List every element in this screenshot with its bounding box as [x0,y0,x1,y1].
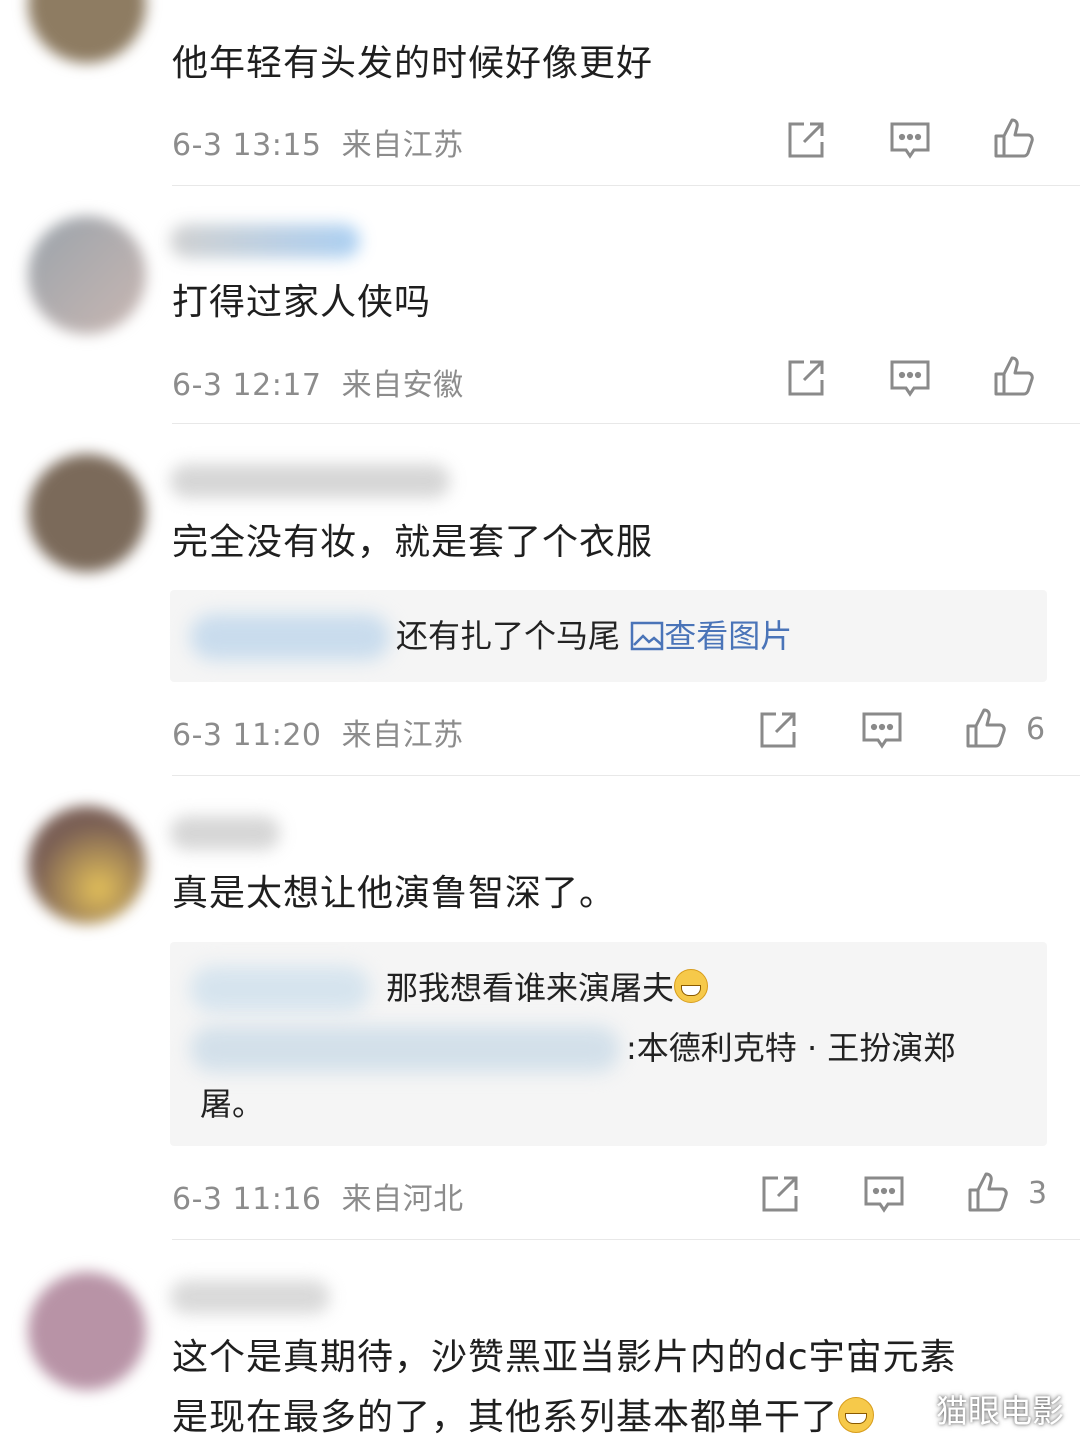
like-button[interactable] [966,1170,1010,1214]
reply-username-blurred[interactable] [190,614,390,660]
share-icon [788,360,824,396]
watermark: 猫眼电影 [935,1392,1064,1430]
avatar[interactable] [28,806,146,924]
laugh-emoji [838,1397,875,1433]
like-button[interactable] [964,706,1008,750]
reply-text-continued: 屠。 [200,1085,265,1123]
comment-location: 来自江苏 [341,718,464,753]
comment-text: 他年轻有头发的时候好像更好 [172,43,654,84]
comment-button[interactable] [888,356,932,400]
comment-item: 打得过家人侠吗 6-3 12:17 来自安徽 [0,186,1080,424]
like-count: 6 [1026,712,1046,747]
comment-text: 这个是真期待，沙赞黑亚当影片内的dc宇宙元素 [172,1337,957,1378]
share-icon [762,1176,798,1212]
avatar[interactable] [28,1272,146,1390]
comment-time: 6-3 11:20 [172,718,322,753]
comment-meta: 6-3 11:16 来自河北 [172,1174,464,1218]
comment-text: 打得过家人侠吗 [172,282,432,323]
share-button[interactable] [756,708,800,752]
comment-meta: 6-3 13:15 来自江苏 [172,120,464,164]
comment-location: 来自安徽 [341,368,464,403]
comment-text-line2: 是现在最多的了，其他系列基本都单干了 [172,1394,875,1442]
comment-icon [864,1176,904,1213]
share-button[interactable] [758,1172,802,1216]
thumbs-up-icon [968,1172,1008,1212]
comment-location: 来自江苏 [341,128,464,163]
thumbs-up-icon [966,708,1006,748]
reply-text: 还有扎了个马尾 查看图片 [396,614,792,658]
reply-content: 还有扎了个马尾 [396,617,621,655]
reply-box[interactable]: 还有扎了个马尾 查看图片 [170,590,1047,682]
share-button[interactable] [784,356,828,400]
avatar[interactable] [28,0,146,63]
share-icon [760,712,796,748]
grin-emoji [674,969,709,1003]
thumbs-up-icon [994,118,1034,158]
reply-username-blurred[interactable] [190,1026,620,1072]
comment-item: 真是太想让他演鲁智深了。 那我想看谁来演屠夫 :本德利克特 · 王扮演郑 屠。 … [0,776,1080,1240]
reply-content: 那我想看谁来演屠夫 [386,969,675,1007]
avatar[interactable] [28,216,146,334]
comment-item: 他年轻有头发的时候好像更好 6-3 13:15 来自江苏 [0,0,1080,186]
like-button[interactable] [992,354,1036,398]
comment-time: 6-3 11:16 [172,1182,322,1217]
picture-icon [630,621,664,651]
comment-button[interactable] [862,1172,906,1216]
comment-item: 这个是真期待，沙赞黑亚当影片内的dc宇宙元素 是现在最多的了，其他系列基本都单干… [0,1240,1080,1440]
avatar[interactable] [28,454,146,572]
comment-time: 6-3 13:15 [172,128,322,163]
comment-icon [890,122,930,159]
comment-text-continued: 是现在最多的了，其他系列基本都单干了 [172,1397,839,1438]
thumbs-up-icon [994,356,1034,396]
username-blurred[interactable] [170,224,360,258]
username-blurred[interactable] [170,1280,330,1314]
comment-text: 真是太想让他演鲁智深了。 [172,873,617,914]
comment-button[interactable] [888,118,932,162]
reply-box[interactable]: 那我想看谁来演屠夫 :本德利克特 · 王扮演郑 屠。 [170,942,1047,1146]
comment-meta: 6-3 12:17 来自安徽 [172,360,464,404]
comment-button[interactable] [860,708,904,752]
comment-text: 完全没有妆，就是套了个衣服 [172,522,654,563]
view-picture-link[interactable]: 查看图片 [630,617,792,655]
view-picture-label: 查看图片 [664,617,793,655]
comment-meta: 6-3 11:20 来自江苏 [172,710,464,754]
reply-text: 那我想看谁来演屠夫 [386,966,709,1010]
comment-time: 6-3 12:17 [172,368,322,403]
comment-icon [862,712,902,749]
comment-icon [890,360,930,397]
username-blurred[interactable] [170,464,450,498]
comment-location: 来自河北 [341,1182,464,1217]
username-blurred[interactable] [170,816,280,850]
like-button[interactable] [992,116,1036,160]
like-count: 3 [1028,1176,1048,1211]
reply-username-blurred[interactable] [190,966,370,1012]
share-button[interactable] [784,118,828,162]
reply-text: :本德利克特 · 王扮演郑 [626,1029,956,1067]
share-icon [788,122,824,158]
comment-item: 完全没有妆，就是套了个衣服 还有扎了个马尾 查看图片 6-3 11:20 来自江… [0,424,1080,776]
